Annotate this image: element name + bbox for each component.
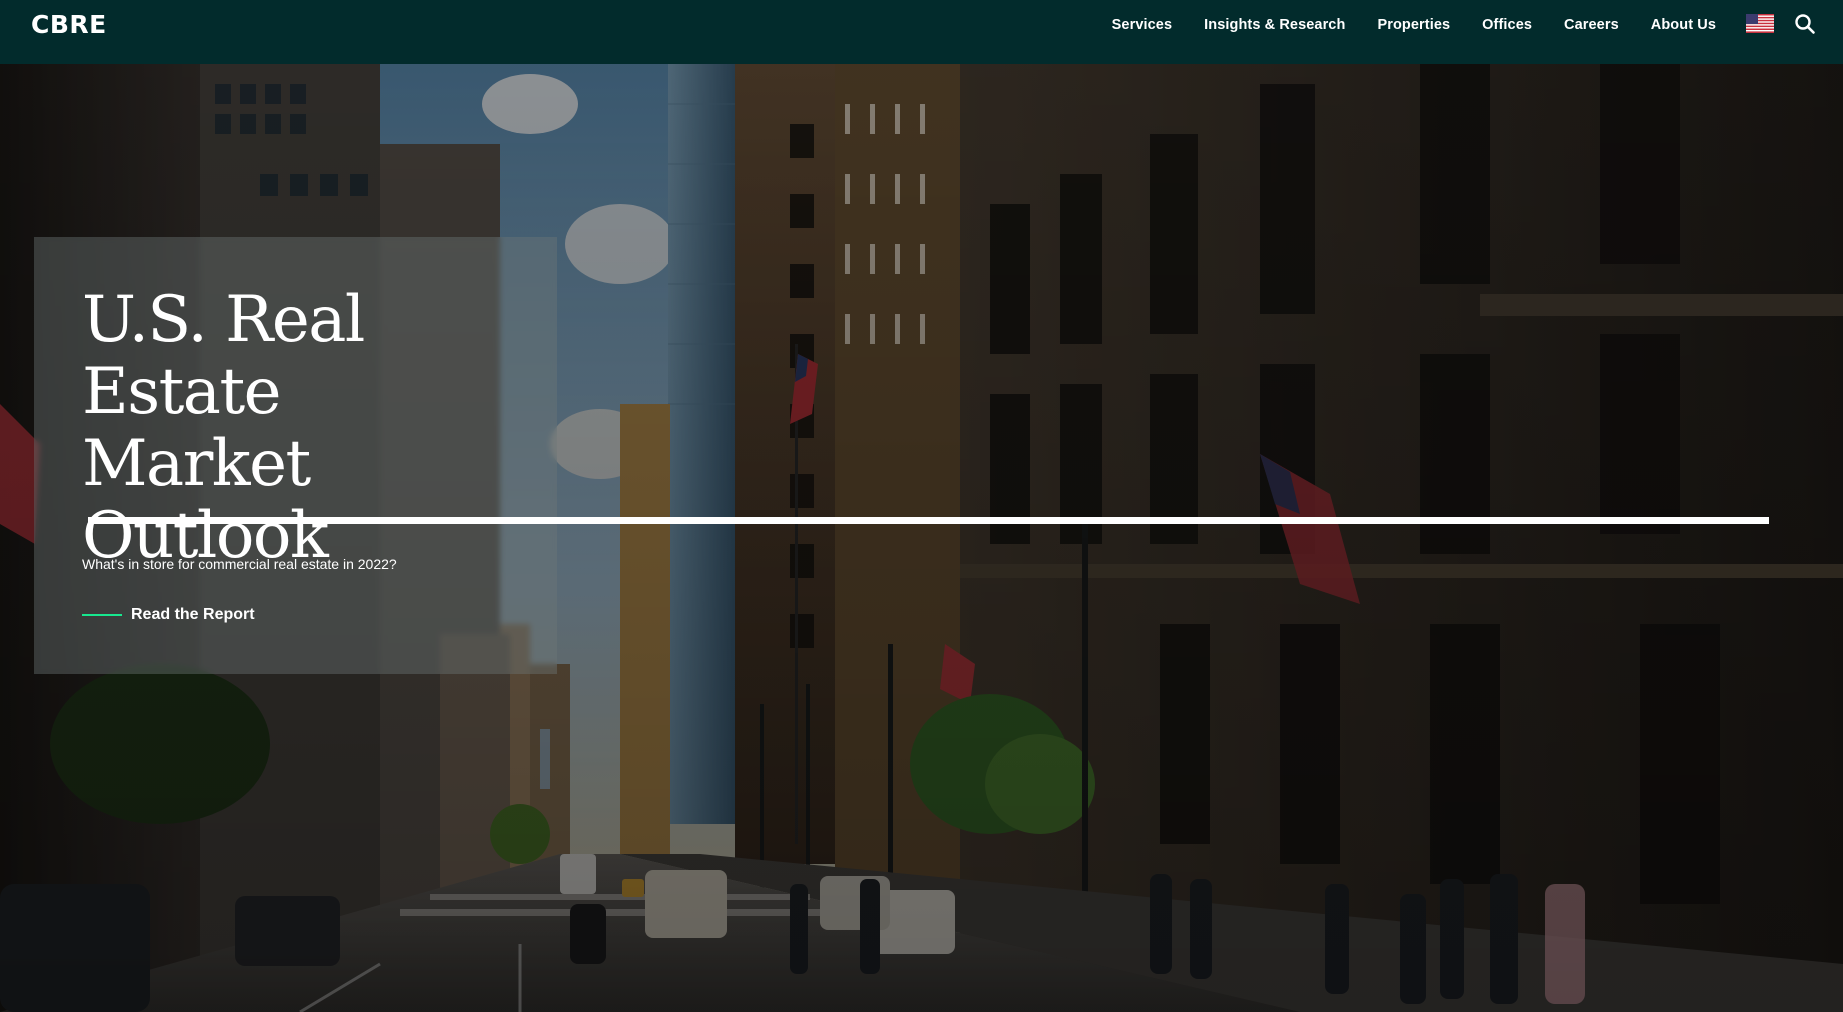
nav-link-careers[interactable]: Careers: [1564, 17, 1619, 33]
read-report-label: Read the Report: [131, 606, 255, 623]
nav-item-careers: Careers: [1564, 16, 1619, 34]
nav-link-offices[interactable]: Offices: [1482, 17, 1532, 33]
hero-title-line-1: U.S. Real Estate: [82, 283, 365, 429]
search-button[interactable]: [1794, 13, 1816, 35]
nav-link-about-us[interactable]: About Us: [1651, 17, 1716, 33]
nav-item-offices: Offices: [1482, 16, 1532, 34]
region-selector-button[interactable]: [1746, 14, 1774, 33]
cbre-logo[interactable]: CBRE: [31, 10, 107, 39]
nav-item-insights-research: Insights & Research: [1204, 16, 1345, 34]
hero-title-line-2: Market: [82, 427, 311, 501]
search-icon: [1795, 14, 1815, 34]
primary-nav: Services Insights & Research Properties …: [1080, 0, 1716, 50]
page: CBRE Services Insights & Research Proper…: [0, 0, 1843, 1012]
nav-link-services[interactable]: Services: [1112, 17, 1172, 33]
read-report-link[interactable]: Read the Report: [82, 604, 255, 626]
nav-link-properties[interactable]: Properties: [1377, 17, 1450, 33]
top-navigation: CBRE Services Insights & Research Proper…: [0, 0, 1843, 64]
nav-item-about-us: About Us: [1651, 16, 1716, 34]
nav-item-properties: Properties: [1377, 16, 1450, 34]
hero-subtitle: What's in store for commercial real esta…: [82, 556, 397, 572]
cta-accent-line: [82, 614, 122, 616]
hero-divider: [88, 517, 1769, 524]
hero-title: U.S. Real Estate Market Outlook: [82, 284, 542, 572]
nav-item-services: Services: [1112, 16, 1172, 34]
nav-link-insights-research[interactable]: Insights & Research: [1204, 17, 1345, 33]
us-flag-icon: [1746, 14, 1774, 33]
